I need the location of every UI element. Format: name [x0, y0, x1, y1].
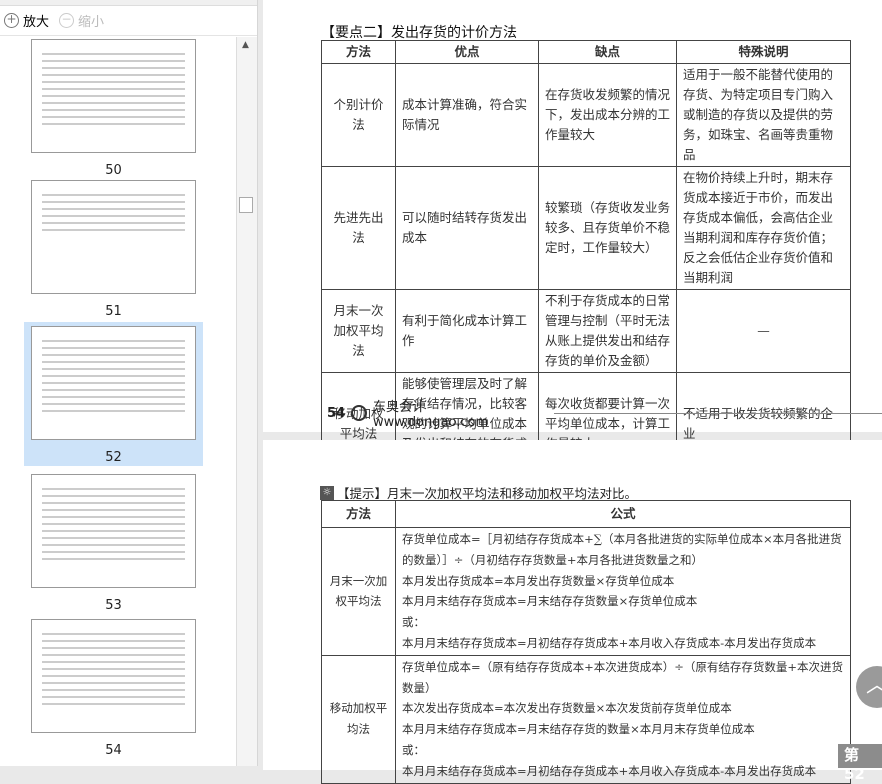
cell: 适用于一般不能替代使用的存货、为特定项目专门购入或制造的存货以及提供的劳务，如珠…	[676, 63, 851, 167]
cell: 不利于存货成本的日常管理与控制（平时无法从账上提供发出和结存存货的单价及金额）	[538, 289, 677, 373]
cell: 可以随时结转存货发出成本	[395, 166, 539, 290]
scrollbar-thumb[interactable]	[239, 197, 253, 213]
table-row: 先进先出法 可以随时结转存货发出成本 较繁琐（存货收发业务较多、且存货单价不稳定时，…	[321, 166, 851, 290]
cell: 在存货收发频繁的情况下，发出成本分辨的工作量较大	[538, 63, 677, 167]
thumbnail-toolbar: + 放大 − 缩小	[0, 6, 257, 36]
thumbnail-page[interactable]: 51	[24, 176, 203, 319]
thumbnail-page[interactable]: 53	[24, 470, 203, 613]
formula-line: 本月月末结存存货成本=月初结存存货成本+本月收入存货成本-本月发出存货成本	[402, 635, 817, 650]
zoom-out-button[interactable]: − 缩小	[59, 11, 104, 30]
document-page-54: 【要点二】发出存货的计价方法 方法 优点 缺点 特殊说明 个别计价法 成本计算准确，符合…	[263, 0, 882, 476]
formula-line: 本月月末结存存货成本=月末结存存货数量×存货单位成本	[402, 594, 698, 609]
thumbnail-label: 52	[105, 450, 122, 465]
thumbnail-label: 53	[105, 598, 122, 613]
scroll-up-icon[interactable]: ▲	[242, 40, 249, 50]
thumbnail-sidebar: + 放大 − 缩小 50 51 52 53 54 ▲	[0, 0, 258, 766]
formula-cell: 存货单位成本=（原有结存存货成本+本次进货成本）÷（原有结存存货数量+本次进货数…	[395, 654, 851, 784]
table-header: 缺点	[538, 40, 677, 64]
table-header: 方法	[321, 40, 396, 64]
table-header: 优点	[395, 40, 539, 64]
dongao-logo-icon	[351, 405, 368, 421]
thumbnail-scrollbar[interactable]: ▲	[237, 37, 257, 766]
table-header: 公式	[395, 500, 851, 528]
thumbnail-label: 54	[105, 743, 122, 758]
lightbulb-icon: ☼	[320, 485, 334, 500]
thumbnail-page[interactable]: 50	[24, 37, 203, 178]
thumbnail-page[interactable]: 54	[24, 615, 203, 758]
formula-line: 或：	[402, 742, 425, 757]
cell: —	[676, 289, 851, 373]
formula-line: 本月月末结存存货成本=月初结存存货成本+本月收入存货成本-本月发出存货成本	[402, 763, 817, 778]
thumbnail-image	[31, 474, 196, 588]
formula-line: 或：	[402, 615, 425, 630]
thumbnail-label: 51	[105, 304, 122, 319]
formula-cell: 存货单位成本=［月初结存存货成本+∑（本月各批进货的实际单位成本×本月各批进货的…	[395, 527, 851, 656]
cell: 成本计算准确，符合实际情况	[395, 63, 539, 167]
table-row: 个别计价法 成本计算准确，符合实际情况 在存货收发频繁的情况下，发出成本分辨的工作量…	[321, 63, 851, 167]
page-indicator: 第 52	[838, 744, 882, 783]
thumbnail-image	[31, 39, 196, 153]
formula-line: 本月月末结存存货成本=月末结存存货的数量×本月月末存货单位成本	[402, 722, 755, 737]
footer-brand: 东奥会计 www.dongao.com	[373, 400, 489, 430]
formula-line: 本月发出存货成本=本月发出存货数量×存货单位成本	[402, 573, 675, 588]
formula-line: 本次发出存货成本=本次发出存货数量×本次发货前存货单位成本	[402, 701, 732, 716]
zoom-out-label: 缩小	[78, 15, 105, 30]
thumbnail-image	[31, 326, 196, 440]
cell: 个别计价法	[321, 63, 396, 167]
thumbnail-list: 50 51 52 53 54	[0, 37, 237, 766]
table-row: 月末一次加权平均法 有利于简化成本计算工作 不利于存货成本的日常管理与控制（平时无法…	[321, 289, 851, 373]
cell: 较繁琐（存货收发业务较多、且存货单价不稳定时，工作量较大）	[538, 166, 677, 290]
formula-line: 存货单位成本=（原有结存存货成本+本次进货成本）÷（原有结存存货数量+本次进货数…	[402, 659, 844, 695]
zoom-in-label: 放大	[23, 15, 50, 30]
cell: 月末一次加权平均法	[321, 527, 396, 656]
cell: 月末一次加权平均法	[321, 289, 396, 373]
page-number: 54	[327, 405, 346, 421]
table-row: 移动加权平均法 存货单位成本=（原有结存存货成本+本次进货成本）÷（原有结存存货数…	[321, 654, 851, 784]
thumbnail-page-selected[interactable]: 52	[24, 322, 203, 466]
table-header: 特殊说明	[676, 40, 851, 64]
weighted-average-table: 方法 公式 月末一次加权平均法 存货单位成本=［月初结存存货成本+∑（本月各批进货的…	[321, 500, 851, 784]
thumbnail-image	[31, 180, 196, 294]
zoom-in-icon: +	[4, 13, 19, 28]
zoom-in-button[interactable]: + 放大	[4, 11, 49, 30]
cell: 在物价持续上升时，期末存货成本接近于市价，而发出存货成本偏低，会高估企业当期利润…	[676, 166, 851, 290]
page-footer: 54 东奥会计 www.dongao.com	[327, 396, 882, 430]
formula-line: 存货单位成本=［月初结存存货成本+∑（本月各批进货的实际单位成本×本月各批进货的…	[402, 532, 842, 567]
footer-rule	[553, 412, 882, 414]
cell: 移动加权平均法	[321, 654, 396, 784]
document-page-55: ☼ 【提示】月末一次加权平均法和移动加权平均法对比。 方法 公式 月末一次加权平均法…	[263, 440, 882, 784]
cell: 先进先出法	[321, 166, 396, 290]
cell: 有利于简化成本计算工作	[395, 289, 539, 373]
table-row: 月末一次加权平均法 存货单位成本=［月初结存存货成本+∑（本月各批进货的实际单位成…	[321, 527, 851, 656]
document-view: 【要点二】发出存货的计价方法 方法 优点 缺点 特殊说明 个别计价法 成本计算准确，符合…	[263, 0, 882, 784]
zoom-out-icon: −	[59, 13, 75, 28]
section-title: 【要点二】发出存货的计价方法	[321, 25, 517, 41]
table-header: 方法	[321, 500, 396, 528]
thumbnail-image	[31, 619, 196, 733]
